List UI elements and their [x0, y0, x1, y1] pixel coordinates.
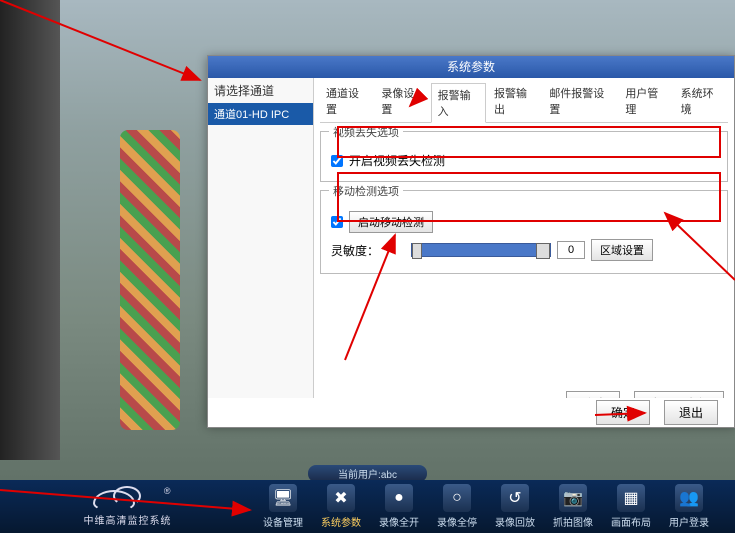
exit-button[interactable]: 退出: [664, 400, 718, 425]
dock-item-3[interactable]: ○ 录像全停: [437, 484, 477, 529]
sensitivity-slider[interactable]: [411, 243, 551, 257]
video-loss-checkbox[interactable]: [331, 155, 343, 167]
dock-label-6: 画面布局: [611, 514, 651, 529]
tab-alarm-input[interactable]: 报警输入: [431, 83, 486, 123]
dock-icon-7: 👥: [675, 484, 703, 512]
ok-button[interactable]: 确定: [596, 400, 650, 425]
dock-icon-5: 📷: [559, 484, 587, 512]
motion-detect-checkbox[interactable]: [331, 216, 343, 228]
slider-thumb-left[interactable]: [412, 243, 422, 259]
dock-icon-2: ●: [385, 484, 413, 512]
dock-item-4[interactable]: ↺ 录像回放: [495, 484, 535, 529]
dock-label-3: 录像全停: [437, 514, 477, 529]
video-loss-group: 视频丢失选项 开启视频丢失检测: [320, 131, 728, 182]
dock-label-5: 抓拍图像: [553, 514, 593, 529]
dock-icon-1: ✖: [327, 484, 355, 512]
dock-icon-3: ○: [443, 484, 471, 512]
motion-detect-group: 移动检测选项 启动移动检测 灵敏度： 区域设置: [320, 190, 728, 274]
dialog-footer: 确定 退出: [207, 398, 735, 428]
cloudsee-logo-icon: [93, 486, 163, 510]
bottom-dock: ® 中维高清监控系统 🖥 设备管理 ✖ 系统参数 ● 录像全开 ○ 录像全停 ↺ 录像回放 📷 抓拍图…: [0, 480, 735, 533]
tab-record-settings[interactable]: 录像设置: [375, 82, 428, 122]
dock-item-0[interactable]: 🖥 设备管理: [263, 484, 303, 529]
tab-user-mgmt[interactable]: 用户管理: [619, 82, 672, 122]
dock-icon-0: 🖥: [269, 484, 297, 512]
channel-item-01[interactable]: 通道01-HD IPC: [208, 103, 313, 125]
video-loss-title: 视频丢失选项: [329, 124, 403, 140]
dock-label-4: 录像回放: [495, 514, 535, 529]
dock-item-5[interactable]: 📷 抓拍图像: [553, 484, 593, 529]
dock-item-6[interactable]: ▦ 画面布局: [611, 484, 651, 529]
slider-thumb-right[interactable]: [536, 243, 550, 259]
dock-label-7: 用户登录: [669, 514, 709, 529]
sensitivity-input[interactable]: [557, 241, 585, 259]
channel-sidebar: 请选择通道 通道01-HD IPC: [208, 78, 314, 424]
dock-label-2: 录像全开: [379, 514, 419, 529]
dialog-title: 系统参数: [208, 56, 734, 78]
dock-icon-6: ▦: [617, 484, 645, 512]
current-user-bar: 当前用户:abc: [0, 466, 735, 480]
logo-area: ® 中维高清监控系统: [0, 486, 255, 527]
tab-alarm-output[interactable]: 报警输出: [488, 82, 541, 122]
dock-item-2[interactable]: ● 录像全开: [379, 484, 419, 529]
motion-detect-title: 移动检测选项: [329, 183, 403, 199]
registered-mark: ®: [164, 486, 171, 496]
region-settings-button[interactable]: 区域设置: [591, 239, 653, 261]
tab-bar: 通道设置 录像设置 报警输入 报警输出 邮件报警设置 用户管理 系统环境: [320, 82, 728, 123]
sidebar-title: 请选择通道: [208, 78, 313, 103]
current-user-text: 当前用户:abc: [308, 465, 427, 482]
tab-email-alarm[interactable]: 邮件报警设置: [543, 82, 617, 122]
dock-item-1[interactable]: ✖ 系统参数: [321, 484, 361, 529]
system-params-dialog: 系统参数 请选择通道 通道01-HD IPC 通道设置 录像设置 报警输入 报警…: [207, 55, 735, 425]
motion-start-button[interactable]: 启动移动检测: [349, 211, 433, 233]
tab-system-env[interactable]: 系统环境: [675, 82, 728, 122]
dock-item-7[interactable]: 👥 用户登录: [669, 484, 709, 529]
sensitivity-label: 灵敏度：: [331, 242, 379, 259]
dock-icon-4: ↺: [501, 484, 529, 512]
tab-channel-settings[interactable]: 通道设置: [320, 82, 373, 122]
dock-label-0: 设备管理: [263, 514, 303, 529]
dock-label-1: 系统参数: [321, 514, 361, 529]
video-loss-label: 开启视频丢失检测: [349, 152, 445, 169]
logo-subtitle: 中维高清监控系统: [84, 512, 172, 527]
